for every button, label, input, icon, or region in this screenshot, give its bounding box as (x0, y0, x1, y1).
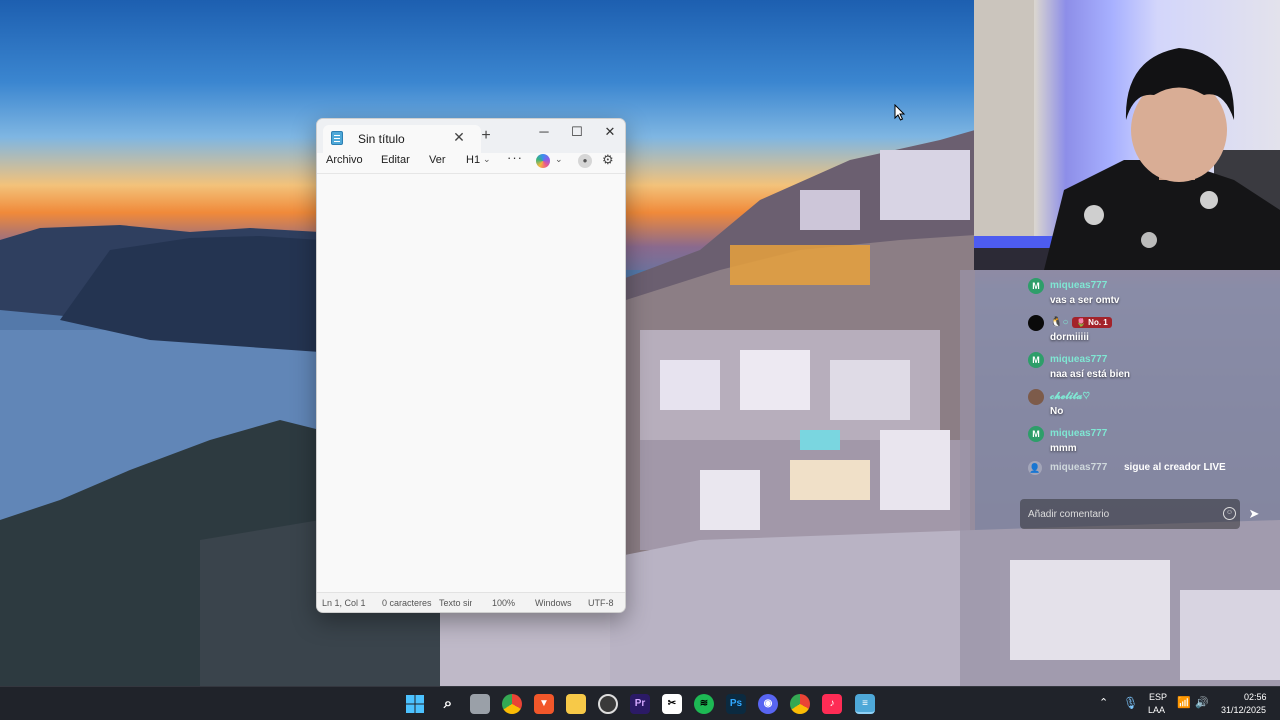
new-tab-button[interactable]: + (477, 127, 495, 145)
notepad-window[interactable]: Sin título ✕ + ─ ☐ ✕ Archivo Editar Ver … (316, 118, 626, 613)
user-follow-icon: 👤 (1028, 461, 1042, 475)
send-icon[interactable]: ➤ (1244, 504, 1264, 524)
search-icon[interactable]: ⌕ (438, 694, 458, 714)
account-icon[interactable]: ● (578, 154, 592, 168)
text-editor-area[interactable] (317, 173, 625, 594)
gear-icon[interactable]: ⚙ (602, 152, 614, 168)
chat-username[interactable]: miqueas777 (1050, 354, 1107, 365)
text-format: Texto sin formato (439, 598, 472, 608)
follow-notification: 👤 miqueas777 sigue al creador LIVE (1028, 460, 1268, 476)
chat-message: 🐧○ 🌷 No. 1 dormiiiii (1028, 312, 1268, 346)
more-options-icon[interactable]: ··· (507, 150, 523, 165)
close-window-button[interactable]: ✕ (595, 121, 625, 143)
taskbar: ⌕ ▼ Pr ✂ ≋ Ps ◉ ♪ ≡ ⌃ 🎙 ESP LAA 📶 🔊 02:5… (0, 686, 1280, 720)
close-tab-icon[interactable]: ✕ (450, 128, 468, 146)
line-ending[interactable]: Windows (535, 598, 572, 608)
windows-start-icon[interactable] (405, 694, 425, 714)
photoshop-icon[interactable]: Ps (726, 694, 746, 714)
title-bar[interactable]: Sin título ✕ + ─ ☐ ✕ (317, 119, 625, 153)
chat-text: naa así está bien (1050, 369, 1131, 380)
notepad-taskbar-icon[interactable]: ≡ (855, 694, 875, 714)
file-manager-icon[interactable] (470, 694, 490, 714)
heading-dropdown[interactable]: H1 (466, 154, 480, 166)
follow-username[interactable]: miqueas777 (1050, 462, 1107, 473)
tab-title: Sin título (358, 132, 405, 146)
chat-text: mmm (1050, 443, 1077, 454)
chat-text: vas a ser omtv (1050, 295, 1120, 306)
discord-icon[interactable]: ◉ (758, 694, 778, 714)
premiere-icon[interactable]: Pr (630, 694, 650, 714)
chat-username[interactable]: 🐧○ (1050, 317, 1069, 328)
folder-icon[interactable] (566, 694, 586, 714)
avatar[interactable]: M (1028, 426, 1044, 442)
menu-file[interactable]: Archivo (326, 154, 363, 166)
wifi-icon[interactable]: 📶 (1177, 696, 1191, 709)
chat-message: M miqueas777 mmm (1028, 423, 1268, 457)
notepad-icon (331, 131, 343, 145)
clock-time[interactable]: 02:56 (1244, 692, 1267, 702)
maximize-button[interactable]: ☐ (562, 121, 592, 143)
chevron-down-icon[interactable]: ⌄ (483, 154, 491, 165)
menu-view[interactable]: Ver (429, 154, 446, 166)
menu-edit[interactable]: Editar (381, 154, 410, 166)
tab-untitled[interactable]: Sin título ✕ (323, 125, 481, 153)
minimize-button[interactable]: ─ (529, 121, 559, 143)
comment-input[interactable] (1028, 506, 1208, 522)
status-bar: Ln 1, Col 1 0 caracteres Texto sin forma… (317, 592, 625, 612)
copilot-icon[interactable] (536, 154, 550, 168)
tiktok-live-icon[interactable]: ♪ (822, 694, 842, 714)
avatar[interactable] (1028, 315, 1044, 331)
menu-bar: Archivo Editar Ver H1 ⌄ ··· ⌄ ● ⚙ (317, 150, 625, 171)
show-hidden-icons-icon[interactable]: ⌃ (1099, 696, 1108, 709)
chat-username[interactable]: miqueas777 (1050, 428, 1107, 439)
encoding[interactable]: UTF-8 (588, 598, 614, 608)
chat-text: dormiiiii (1050, 332, 1089, 343)
spotify-icon[interactable]: ≋ (694, 694, 714, 714)
clock-date[interactable]: 31/12/2025 (1221, 705, 1266, 715)
emoji-icon[interactable]: ☺ (1223, 507, 1236, 520)
capcut-icon[interactable]: ✂ (662, 694, 682, 714)
chat-message: 𝓬𝓱𝓮𝓵𝓲𝓽𝓪♡ No (1028, 386, 1268, 420)
comment-box[interactable]: ☺ (1020, 499, 1240, 529)
microphone-icon[interactable]: 🎙 (1123, 696, 1138, 710)
chrome-icon[interactable] (502, 694, 522, 714)
keyboard-layout[interactable]: LAA (1148, 705, 1165, 715)
streamer-webcam-image (974, 0, 1280, 270)
chevron-down-icon[interactable]: ⌄ (555, 154, 563, 165)
brave-icon[interactable]: ▼ (534, 694, 554, 714)
chat-text: No (1050, 406, 1064, 417)
chat-message: M miqueas777 naa así está bien (1028, 349, 1268, 383)
character-count: 0 caracteres (382, 598, 432, 608)
live-chat-panel: M miqueas777 vas a ser omtv 🐧○ 🌷 No. 1 d… (1018, 272, 1270, 542)
avatar[interactable] (1028, 389, 1044, 405)
chat-username[interactable]: miqueas777 (1050, 280, 1107, 291)
follow-text: sigue al creador LIVE (1124, 462, 1226, 473)
volume-icon[interactable]: 🔊 (1195, 696, 1209, 709)
cursor-position: Ln 1, Col 1 (322, 598, 366, 608)
chrome-icon[interactable] (790, 694, 810, 714)
rank-badge: 🌷 No. 1 (1072, 317, 1112, 328)
obs-icon[interactable] (598, 694, 618, 714)
zoom-level[interactable]: 100% (492, 598, 515, 608)
mouse-cursor-icon (894, 104, 906, 121)
chat-username[interactable]: 𝓬𝓱𝓮𝓵𝓲𝓽𝓪♡ (1050, 391, 1090, 402)
avatar[interactable]: M (1028, 278, 1044, 294)
avatar[interactable]: M (1028, 352, 1044, 368)
chat-message: M miqueas777 vas a ser omtv (1028, 275, 1268, 309)
language-code[interactable]: ESP (1149, 692, 1167, 702)
webcam-overlay (974, 0, 1280, 270)
